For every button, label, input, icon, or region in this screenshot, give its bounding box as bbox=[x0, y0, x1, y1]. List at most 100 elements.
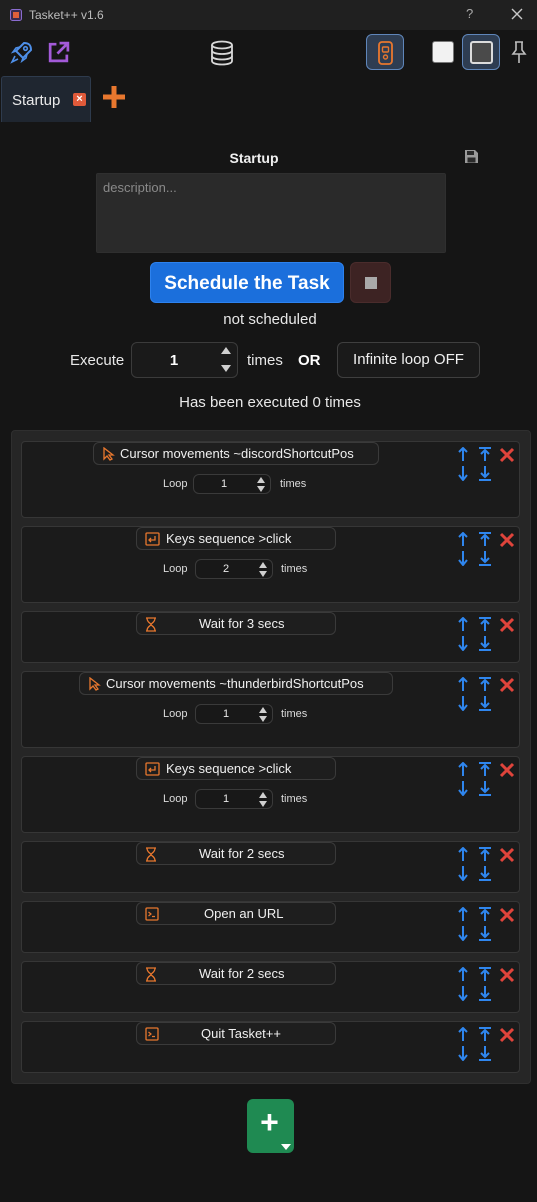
move-up-down-icon[interactable] bbox=[457, 847, 469, 881]
move-up-down-icon[interactable] bbox=[457, 532, 469, 566]
action-button[interactable]: Keys sequence >click bbox=[136, 757, 336, 780]
schedule-button[interactable]: Schedule the Task bbox=[150, 262, 344, 303]
pin-icon[interactable] bbox=[511, 40, 527, 64]
phone-toggle-icon bbox=[378, 41, 393, 65]
move-up-down-icon[interactable] bbox=[457, 617, 469, 651]
plus-icon: + bbox=[260, 1104, 279, 1140]
action-button[interactable]: Cursor movements ~discordShortcutPos bbox=[93, 442, 379, 465]
move-up-down-icon[interactable] bbox=[457, 447, 469, 481]
move-top-bottom-icon[interactable] bbox=[478, 1027, 492, 1061]
loop-times-label: times bbox=[281, 793, 308, 805]
terminal-icon bbox=[145, 907, 159, 921]
move-top-bottom-icon[interactable] bbox=[478, 967, 492, 1001]
loop-stepper[interactable]: 1 bbox=[195, 704, 273, 724]
action-row: Keys sequence >click Loop 2 times bbox=[21, 526, 520, 603]
decrement-icon[interactable] bbox=[221, 365, 231, 372]
phone-toggle-button[interactable] bbox=[366, 34, 404, 70]
action-row: Open an URL bbox=[21, 901, 520, 953]
or-label: OR bbox=[298, 352, 321, 369]
save-icon[interactable] bbox=[464, 149, 479, 164]
decrement-icon[interactable] bbox=[259, 801, 267, 807]
light-theme-icon[interactable] bbox=[432, 41, 454, 63]
terminal-icon bbox=[145, 1027, 159, 1041]
close-icon[interactable]: × bbox=[73, 93, 86, 106]
rocket-icon[interactable] bbox=[10, 40, 34, 64]
help-button[interactable]: ? bbox=[466, 6, 473, 21]
move-top-bottom-icon[interactable] bbox=[478, 617, 492, 651]
loop-label: Loop bbox=[163, 793, 188, 805]
move-up-down-icon[interactable] bbox=[457, 907, 469, 941]
loop-times-label: times bbox=[280, 478, 307, 490]
move-top-bottom-icon[interactable] bbox=[478, 847, 492, 881]
window-title: Tasket++ v1.6 bbox=[29, 8, 104, 22]
loop-times-label: times bbox=[281, 708, 308, 720]
tab-label: Startup bbox=[12, 92, 61, 109]
description-field[interactable]: description... bbox=[96, 173, 446, 253]
increment-icon[interactable] bbox=[259, 707, 267, 713]
execute-count-value[interactable]: 1 bbox=[132, 352, 216, 369]
increment-icon[interactable] bbox=[259, 792, 267, 798]
action-row: Quit Tasket++ bbox=[21, 1021, 520, 1073]
dark-theme-button[interactable] bbox=[462, 34, 500, 70]
delete-icon[interactable] bbox=[499, 447, 515, 463]
action-row: Wait for 2 secs bbox=[21, 961, 520, 1013]
loop-times-label: times bbox=[281, 563, 308, 575]
action-row: Wait for 3 secs bbox=[21, 611, 520, 663]
action-button[interactable]: Wait for 2 secs bbox=[136, 842, 336, 865]
delete-icon[interactable] bbox=[499, 1027, 515, 1043]
loop-label: Loop bbox=[163, 478, 188, 490]
execute-count-stepper[interactable]: 1 bbox=[131, 342, 238, 378]
decrement-icon[interactable] bbox=[259, 571, 267, 577]
move-up-down-icon[interactable] bbox=[457, 967, 469, 1001]
increment-icon[interactable] bbox=[259, 562, 267, 568]
execute-label: Execute bbox=[70, 352, 125, 369]
add-action-button[interactable]: + bbox=[247, 1099, 294, 1153]
dark-theme-icon bbox=[470, 41, 493, 64]
tab-startup[interactable]: Startup × bbox=[1, 76, 91, 122]
delete-icon[interactable] bbox=[499, 617, 515, 633]
action-button[interactable]: Wait for 3 secs bbox=[136, 612, 336, 635]
stop-button[interactable] bbox=[350, 262, 391, 303]
move-up-down-icon[interactable] bbox=[457, 677, 469, 711]
loop-stepper[interactable]: 1 bbox=[193, 474, 271, 494]
loop-label: Loop bbox=[163, 563, 188, 575]
move-top-bottom-icon[interactable] bbox=[478, 677, 492, 711]
loop-stepper[interactable]: 2 bbox=[195, 559, 273, 579]
move-top-bottom-icon[interactable] bbox=[478, 447, 492, 481]
external-link-icon[interactable] bbox=[46, 40, 71, 65]
plus-icon[interactable] bbox=[101, 84, 127, 110]
action-button[interactable]: Quit Tasket++ bbox=[136, 1022, 336, 1045]
increment-icon[interactable] bbox=[257, 477, 265, 483]
schedule-status: not scheduled bbox=[223, 311, 317, 328]
delete-icon[interactable] bbox=[499, 967, 515, 983]
move-top-bottom-icon[interactable] bbox=[478, 907, 492, 941]
loop-label: Loop bbox=[163, 708, 188, 720]
times-label: times bbox=[247, 352, 283, 369]
chevron-down-icon bbox=[281, 1144, 291, 1150]
delete-icon[interactable] bbox=[499, 532, 515, 548]
decrement-icon[interactable] bbox=[259, 716, 267, 722]
action-row: Wait for 2 secs bbox=[21, 841, 520, 893]
move-up-down-icon[interactable] bbox=[457, 1027, 469, 1061]
action-button[interactable]: Cursor movements ~thunderbirdShortcutPos bbox=[79, 672, 393, 695]
infinite-loop-button[interactable]: Infinite loop OFF bbox=[337, 342, 480, 378]
delete-icon[interactable] bbox=[499, 677, 515, 693]
move-top-bottom-icon[interactable] bbox=[478, 532, 492, 566]
move-top-bottom-icon[interactable] bbox=[478, 762, 492, 796]
move-up-down-icon[interactable] bbox=[457, 762, 469, 796]
hourglass-icon bbox=[146, 617, 156, 632]
delete-icon[interactable] bbox=[499, 847, 515, 863]
hourglass-icon bbox=[146, 847, 156, 862]
database-icon[interactable] bbox=[210, 40, 234, 66]
close-icon[interactable] bbox=[510, 7, 524, 21]
executed-count-text: Has been executed 0 times bbox=[179, 394, 361, 411]
increment-icon[interactable] bbox=[221, 347, 231, 354]
delete-icon[interactable] bbox=[499, 907, 515, 923]
action-button[interactable]: Wait for 2 secs bbox=[136, 962, 336, 985]
action-button[interactable]: Keys sequence >click bbox=[136, 527, 336, 550]
delete-icon[interactable] bbox=[499, 762, 515, 778]
decrement-icon[interactable] bbox=[257, 486, 265, 492]
loop-stepper[interactable]: 1 bbox=[195, 789, 273, 809]
cursor-icon bbox=[103, 447, 115, 461]
action-button[interactable]: Open an URL bbox=[136, 902, 336, 925]
